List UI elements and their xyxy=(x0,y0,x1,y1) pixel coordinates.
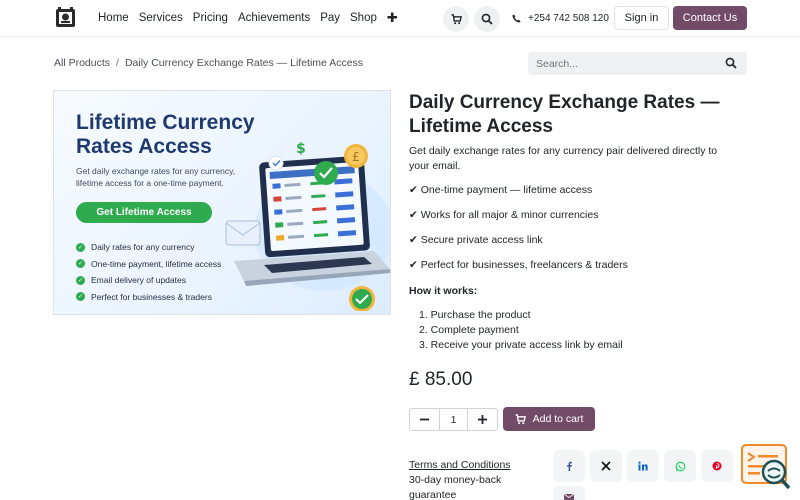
email-icon xyxy=(564,494,574,500)
phone-link[interactable]: +254 742 508 120 xyxy=(512,13,609,24)
main-nav: Home Services Pricing Achievements Pay S… xyxy=(98,10,408,26)
nav-pay[interactable]: Pay xyxy=(320,12,340,26)
cart-button[interactable] xyxy=(443,6,469,32)
minus-icon xyxy=(420,418,429,421)
phone-icon xyxy=(512,14,521,23)
decrease-quantity-button[interactable] xyxy=(410,409,439,430)
step-item: 2. Complete payment xyxy=(419,324,519,336)
step-item: 1. Purchase the product xyxy=(419,309,531,321)
nav-achievements[interactable]: Achievements xyxy=(238,12,310,26)
steps-list: 1. Purchase the product 2. Complete paym… xyxy=(409,309,623,354)
guarantee-text: 30-day money-back guarantee xyxy=(409,474,502,500)
cart-icon xyxy=(515,413,526,424)
feature-item: ✔ Secure private access link xyxy=(409,234,543,246)
sign-in-button[interactable]: Sign in xyxy=(614,6,669,30)
product-price: £ 85.00 xyxy=(409,369,473,390)
feature-item: ✔ One-time payment — lifetime access xyxy=(409,184,593,196)
image-list-item: ✓ Perfect for businesses & traders xyxy=(76,291,212,302)
nav-pricing[interactable]: Pricing xyxy=(193,12,228,26)
image-list-item: ✓ One-time payment, lifetime access xyxy=(76,258,222,269)
breadcrumb-all-products[interactable]: All Products xyxy=(54,57,110,69)
share-facebook-button[interactable] xyxy=(553,450,585,482)
svg-text:£: £ xyxy=(352,150,360,164)
svg-text:$: $ xyxy=(296,141,306,157)
share-pinterest-button[interactable] xyxy=(701,450,733,482)
share-buttons xyxy=(553,450,733,482)
facebook-icon xyxy=(567,461,572,471)
image-list-item: ✓ Daily rates for any currency xyxy=(76,242,195,253)
search-input[interactable] xyxy=(528,52,708,75)
image-list-item: ✓ Email delivery of updates xyxy=(76,275,186,286)
check-icon: ✓ xyxy=(76,242,85,252)
breadcrumb-separator: / xyxy=(116,57,119,69)
nav-home[interactable]: Home xyxy=(98,12,129,26)
share-linkedin-button[interactable] xyxy=(627,450,659,482)
pinterest-icon xyxy=(712,461,722,471)
share-email-button[interactable] xyxy=(553,486,585,500)
whatsapp-icon xyxy=(675,461,685,471)
linkedin-icon xyxy=(638,461,648,471)
how-it-works-heading: How it works: xyxy=(409,285,478,297)
search-icon xyxy=(481,13,493,25)
check-icon: ✓ xyxy=(76,292,85,302)
breadcrumb: All Products / Daily Currency Exchange R… xyxy=(54,57,363,69)
feature-list: ✔ One-time payment — lifetime access ✔ W… xyxy=(409,184,628,284)
check-icon: ✓ xyxy=(76,259,85,269)
add-to-cart-button[interactable]: Add to cart xyxy=(503,407,595,431)
breadcrumb-current: Daily Currency Exchange Rates — Lifetime… xyxy=(124,57,364,69)
support-widget-icon[interactable] xyxy=(741,443,791,490)
search-icon[interactable] xyxy=(725,57,737,69)
phone-number: +254 742 508 120 xyxy=(528,13,609,24)
product-image[interactable]: Lifetime Currency Rates Access Get daily… xyxy=(53,90,391,315)
share-x-button[interactable] xyxy=(590,450,622,482)
plus-icon xyxy=(478,415,487,424)
site-header: Home Services Pricing Achievements Pay S… xyxy=(0,0,800,37)
terms-block: Terms and Conditions 30-day money-back g… xyxy=(409,458,539,500)
terms-link[interactable]: Terms and Conditions xyxy=(409,458,539,473)
product-description: Get daily exchange rates for any currenc… xyxy=(409,145,718,172)
quantity-stepper: 1 xyxy=(409,408,498,431)
product-search xyxy=(528,52,747,75)
add-to-cart-label: Add to cart xyxy=(532,413,584,425)
share-whatsapp-button[interactable] xyxy=(664,450,696,482)
product-title: Daily Currency Exchange Rates — Lifetime… xyxy=(409,92,720,137)
nav-shop[interactable]: Shop xyxy=(350,12,377,26)
image-feature-list: ✓ Daily rates for any currency ✓ One-time … xyxy=(76,239,221,305)
feature-item: ✔ Works for all major & minor currencies xyxy=(409,209,599,221)
image-cta: Get Lifetime Access xyxy=(76,202,212,223)
nav-services[interactable]: Services xyxy=(139,12,183,26)
feature-item: ✔ Perfect for businesses, freelancers & … xyxy=(409,259,628,271)
step-item: 3. Receive your private access link by e… xyxy=(419,339,623,351)
x-icon xyxy=(601,461,611,471)
increase-quantity-button[interactable] xyxy=(468,409,497,430)
cart-icon xyxy=(450,13,462,24)
plus-icon[interactable]: ✚ xyxy=(387,10,398,26)
quantity-input[interactable]: 1 xyxy=(439,409,468,430)
laptop-illustration: £ $ xyxy=(225,141,390,311)
logo-icon[interactable] xyxy=(54,6,77,30)
search-button[interactable] xyxy=(474,6,500,32)
contact-us-button[interactable]: Contact Us xyxy=(673,6,747,30)
check-icon: ✓ xyxy=(76,275,85,285)
